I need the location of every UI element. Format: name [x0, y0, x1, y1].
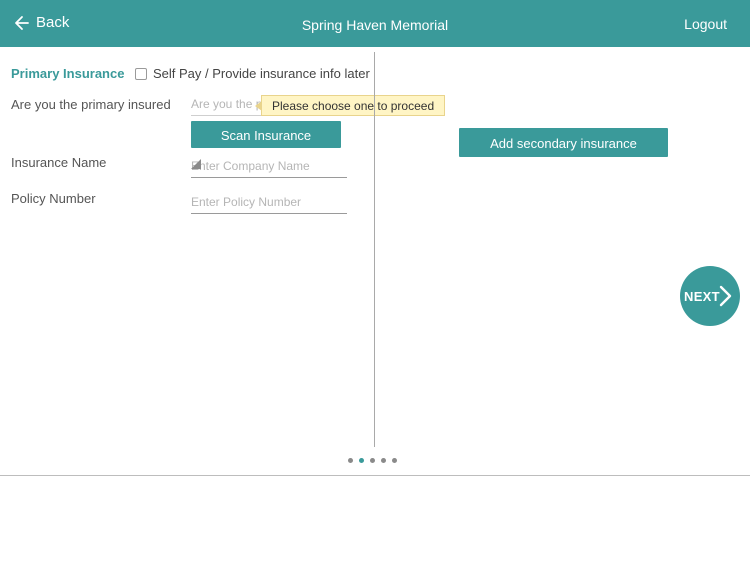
column-divider: [374, 52, 375, 447]
primary-insured-placeholder: Are you the primary insured: [191, 97, 261, 111]
self-pay-label: Self Pay / Provide insurance info later: [153, 66, 370, 81]
primary-insured-select[interactable]: Are you the primary insured: [191, 92, 261, 116]
logout-button[interactable]: Logout: [684, 16, 727, 32]
page-dot: [348, 458, 353, 463]
tooltip-pointer: [255, 101, 262, 111]
page-dot: [359, 458, 364, 463]
validation-tooltip: Please choose one to proceed: [255, 95, 445, 116]
policy-number-label: Policy Number: [11, 191, 96, 206]
page-title: Spring Haven Memorial: [301, 17, 449, 33]
checkbox-box[interactable]: [135, 67, 147, 80]
page-dot: [381, 458, 386, 463]
dropdown-triangle-icon: [191, 159, 201, 169]
policy-number-placeholder: Enter Policy Number: [191, 195, 302, 209]
self-pay-checkbox[interactable]: Self Pay / Provide insurance info later: [135, 66, 370, 81]
policy-number-input[interactable]: Enter Policy Number: [191, 190, 347, 214]
scan-insurance-button[interactable]: Scan Insurance: [191, 121, 341, 148]
page-dot: [392, 458, 397, 463]
primary-insurance-heading: Primary Insurance: [11, 66, 125, 81]
next-label: NEXT: [684, 289, 720, 304]
top-bar: Back Spring Haven Memorial Logout: [0, 0, 750, 47]
tooltip-text: Please choose one to proceed: [272, 99, 435, 113]
add-secondary-insurance-button[interactable]: Add secondary insurance: [459, 128, 668, 157]
bottom-divider: [0, 475, 750, 476]
insurance-name-placeholder: Enter Company Name: [191, 159, 310, 173]
chevron-right-icon: [719, 285, 732, 307]
insurance-name-label: Insurance Name: [11, 155, 107, 170]
primary-insured-label: Are you the primary insured: [11, 97, 171, 112]
next-button[interactable]: NEXT: [680, 266, 740, 326]
page-dot: [370, 458, 375, 463]
page-indicator: [348, 458, 397, 463]
insurance-name-select[interactable]: Enter Company Name: [191, 154, 347, 178]
